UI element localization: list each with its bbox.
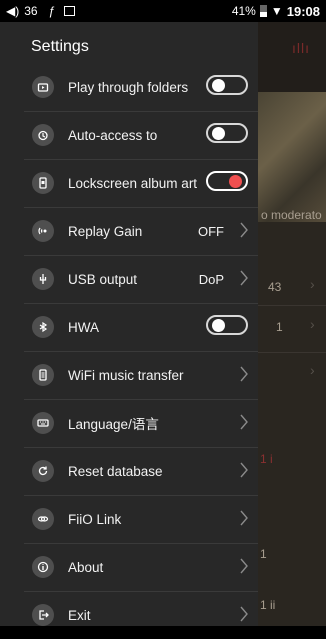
usb-icon xyxy=(32,268,54,290)
toggle-knob xyxy=(212,127,225,140)
chevron-right-icon xyxy=(239,269,249,287)
info-icon xyxy=(32,556,54,578)
settings-item-lockscreen-album-art[interactable]: Lockscreen album art xyxy=(0,159,258,207)
toggle-switch[interactable] xyxy=(206,75,248,95)
settings-item-label: About xyxy=(68,559,104,575)
settings-item-value: OFF xyxy=(198,223,224,239)
settings-item-label: Auto-access to xyxy=(68,127,158,143)
settings-item-hwa[interactable]: HWA xyxy=(0,303,258,351)
settings-item-label: USB output xyxy=(68,271,138,287)
settings-item-wifi-music-transfer[interactable]: WiFi music transfer xyxy=(0,351,258,399)
toggle-knob xyxy=(229,175,242,188)
battery-icon xyxy=(259,5,267,17)
status-bar: ◀) 36 ƒ 41% ▼ 19:08 xyxy=(0,0,326,22)
settings-item-play-through-folders[interactable]: Play through folders xyxy=(0,63,258,111)
chevron-right-icon xyxy=(239,221,249,239)
timer-icon xyxy=(32,124,54,146)
background-player: ıllı o moderato 43 › 1 › › 1 i 1 1 ii xyxy=(258,22,326,626)
settings-item-reset-database[interactable]: Reset database xyxy=(0,447,258,495)
image-icon xyxy=(64,6,76,16)
sound-wave-icon xyxy=(32,220,54,242)
background-text: 1 ii xyxy=(260,598,276,612)
settings-item-replay-gain[interactable]: Replay Gain OFF xyxy=(0,207,258,255)
exit-icon xyxy=(32,604,54,626)
keyboard-icon xyxy=(32,412,54,434)
settings-item-about[interactable]: About xyxy=(0,543,258,591)
settings-drawer: Settings Play through folders Auto-access… xyxy=(0,22,258,626)
clock: 19:08 xyxy=(286,3,320,19)
battery-level: 41% xyxy=(231,4,256,18)
settings-item-label: FiiO Link xyxy=(68,511,122,527)
refresh-icon xyxy=(32,460,54,482)
toggle-knob xyxy=(212,319,225,332)
settings-item-label: WiFi music transfer xyxy=(68,367,184,383)
toggle-switch[interactable] xyxy=(206,315,248,335)
bluetooth-audio-icon xyxy=(32,316,54,338)
settings-item-label: Reset database xyxy=(68,463,163,479)
settings-item-label: HWA xyxy=(68,319,99,335)
background-number: 1 xyxy=(276,320,283,334)
toggle-knob xyxy=(212,79,225,92)
chevron-right-icon xyxy=(239,365,249,383)
toggle-switch[interactable] xyxy=(206,171,248,191)
background-number: 43 xyxy=(268,280,282,294)
settings-item-label: Exit xyxy=(68,607,91,623)
settings-item-exit[interactable]: Exit xyxy=(0,591,258,639)
settings-item-label: Lockscreen album art xyxy=(68,175,198,191)
visualizer-icon: ıllı xyxy=(292,40,310,56)
phone-image-icon xyxy=(32,172,54,194)
toggle-switch[interactable] xyxy=(206,123,248,143)
chevron-right-icon xyxy=(239,461,249,479)
chevron-right-icon xyxy=(239,605,249,623)
album-art xyxy=(258,92,326,222)
music-note-icon: ƒ xyxy=(48,4,56,18)
background-text: 1 xyxy=(260,547,267,561)
settings-item-label: Play through folders xyxy=(68,79,189,95)
settings-item-label: Replay Gain xyxy=(68,223,143,239)
chevron-right-icon xyxy=(239,509,249,527)
settings-item-auto-access-to[interactable]: Auto-access to xyxy=(0,111,258,159)
chevron-right-icon xyxy=(239,413,249,431)
settings-item-language[interactable]: Language/语言 xyxy=(0,399,258,447)
wifi-icon: ▼ xyxy=(270,4,283,18)
settings-item-usb-output[interactable]: USB output DoP xyxy=(0,255,258,303)
settings-item-value: DoP xyxy=(198,271,224,287)
background-text: 1 i xyxy=(260,452,273,466)
background-text: o moderato xyxy=(261,208,322,222)
folder-play-icon xyxy=(32,76,54,98)
volume-icon: ◀) xyxy=(6,4,20,18)
chevron-right-icon xyxy=(239,557,249,575)
settings-item-fiio-link[interactable]: FiiO Link xyxy=(0,495,258,543)
wifi-transfer-icon xyxy=(32,364,54,386)
volume-level: 36 xyxy=(24,4,38,18)
link-icon xyxy=(32,508,54,530)
settings-item-label: Language/语言 xyxy=(68,417,159,432)
